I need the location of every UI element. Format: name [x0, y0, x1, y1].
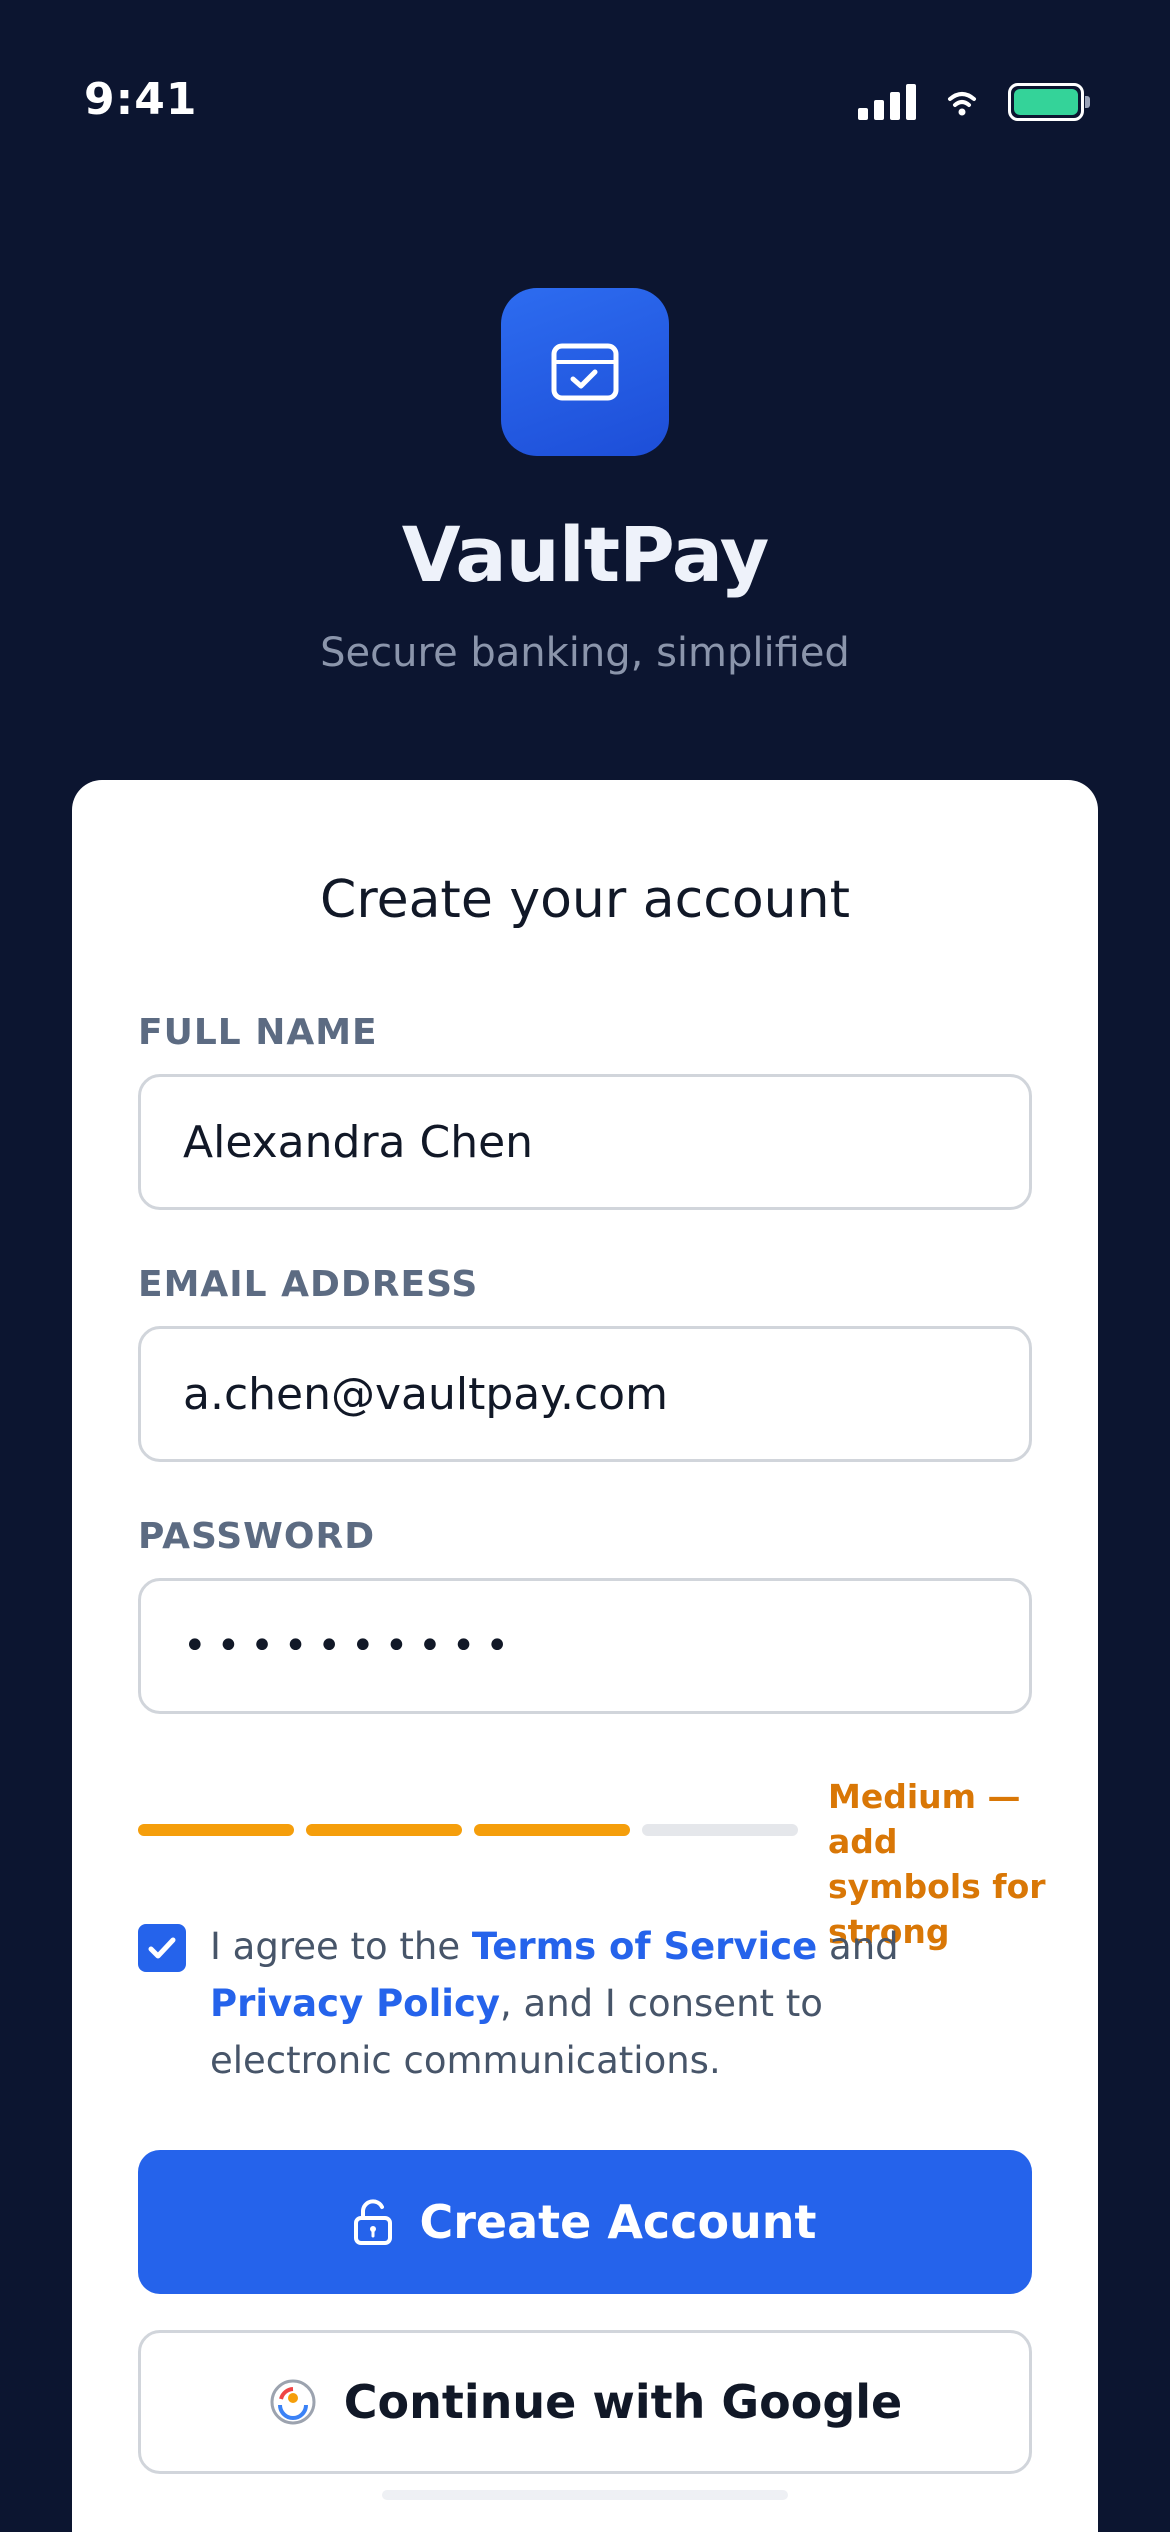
strength-segment [474, 1824, 630, 1836]
google-icon [270, 2379, 316, 2425]
email-label: EMAIL ADDRESS [138, 1264, 479, 1305]
password-input[interactable]: •••••••••• [138, 1578, 1032, 1714]
create-account-button[interactable]: Create Account [138, 2150, 1032, 2294]
signal-icon [858, 84, 916, 120]
consent-checkbox[interactable] [138, 1924, 186, 1972]
battery-icon [1008, 83, 1090, 121]
continue-with-google-button[interactable]: Continue with Google [138, 2330, 1032, 2474]
create-account-label: Create Account [419, 2195, 817, 2249]
strength-segment [138, 1824, 294, 1836]
consent-middle: and [817, 1925, 899, 1968]
privacy-link[interactable]: Privacy Policy [210, 1982, 500, 2025]
home-indicator [382, 2490, 788, 2500]
full-name-label: FULL NAME [138, 1012, 378, 1053]
status-time: 9:41 [84, 74, 198, 125]
card-check-icon [551, 343, 619, 401]
strength-segment [642, 1824, 798, 1836]
check-icon [148, 1937, 176, 1959]
lock-icon [354, 2199, 393, 2245]
password-label: PASSWORD [138, 1516, 376, 1557]
app-tagline: Secure banking, simplified [320, 630, 850, 676]
app-name: VaultPay [401, 510, 770, 599]
strength-segment [306, 1824, 462, 1836]
status-bar: 9:41 [0, 0, 1170, 210]
consent-prefix: I agree to the [210, 1925, 472, 1968]
terms-link[interactable]: Terms of Service [472, 1925, 817, 1968]
app-logo [501, 288, 669, 456]
consent-text: I agree to the Terms of Service and Priv… [210, 1918, 1000, 2089]
status-icons [858, 82, 1090, 122]
signup-card: Create your account FULL NAME Alexandra … [72, 780, 1098, 2532]
email-input[interactable]: a.chen@vaultpay.com [138, 1326, 1032, 1462]
form-title: Create your account [320, 870, 850, 930]
wifi-icon [948, 92, 976, 116]
full-name-input[interactable]: Alexandra Chen [138, 1074, 1032, 1210]
continue-with-google-label: Continue with Google [343, 2375, 903, 2429]
